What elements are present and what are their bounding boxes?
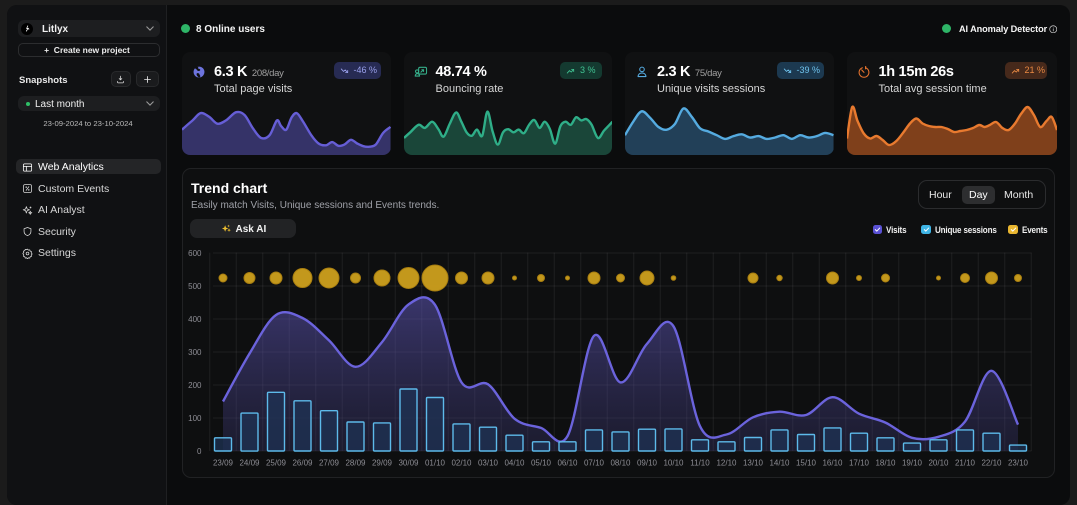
svg-text:12/10: 12/10: [716, 459, 737, 468]
svg-text:300: 300: [188, 348, 202, 357]
svg-text:20/10: 20/10: [928, 459, 949, 468]
svg-text:26/09: 26/09: [292, 459, 313, 468]
svg-text:25/09: 25/09: [266, 459, 287, 468]
svg-text:29/09: 29/09: [372, 459, 393, 468]
svg-text:30/09: 30/09: [398, 459, 419, 468]
svg-text:100: 100: [188, 414, 202, 423]
svg-text:04/10: 04/10: [504, 459, 525, 468]
svg-text:07/10: 07/10: [584, 459, 605, 468]
svg-text:16/10: 16/10: [822, 459, 843, 468]
svg-text:600: 600: [188, 249, 202, 258]
svg-text:19/10: 19/10: [902, 459, 923, 468]
svg-text:05/10: 05/10: [531, 459, 552, 468]
svg-text:24/09: 24/09: [239, 459, 260, 468]
svg-text:200: 200: [188, 381, 202, 390]
svg-text:0: 0: [197, 447, 202, 456]
svg-text:23/10: 23/10: [1008, 459, 1029, 468]
svg-text:22/10: 22/10: [981, 459, 1002, 468]
svg-text:27/09: 27/09: [319, 459, 340, 468]
svg-text:15/10: 15/10: [796, 459, 817, 468]
svg-text:23/09: 23/09: [213, 459, 234, 468]
svg-text:28/09: 28/09: [345, 459, 366, 468]
svg-text:01/10: 01/10: [425, 459, 446, 468]
svg-text:18/10: 18/10: [875, 459, 896, 468]
svg-text:13/10: 13/10: [743, 459, 764, 468]
svg-text:03/10: 03/10: [478, 459, 499, 468]
svg-text:10/10: 10/10: [663, 459, 684, 468]
svg-text:400: 400: [188, 315, 202, 324]
svg-text:08/10: 08/10: [610, 459, 631, 468]
svg-text:500: 500: [188, 282, 202, 291]
svg-text:09/10: 09/10: [637, 459, 658, 468]
svg-text:17/10: 17/10: [849, 459, 870, 468]
svg-text:02/10: 02/10: [451, 459, 472, 468]
svg-text:11/10: 11/10: [690, 459, 710, 468]
svg-text:06/10: 06/10: [557, 459, 578, 468]
svg-text:14/10: 14/10: [769, 459, 790, 468]
svg-text:21/10: 21/10: [955, 459, 976, 468]
